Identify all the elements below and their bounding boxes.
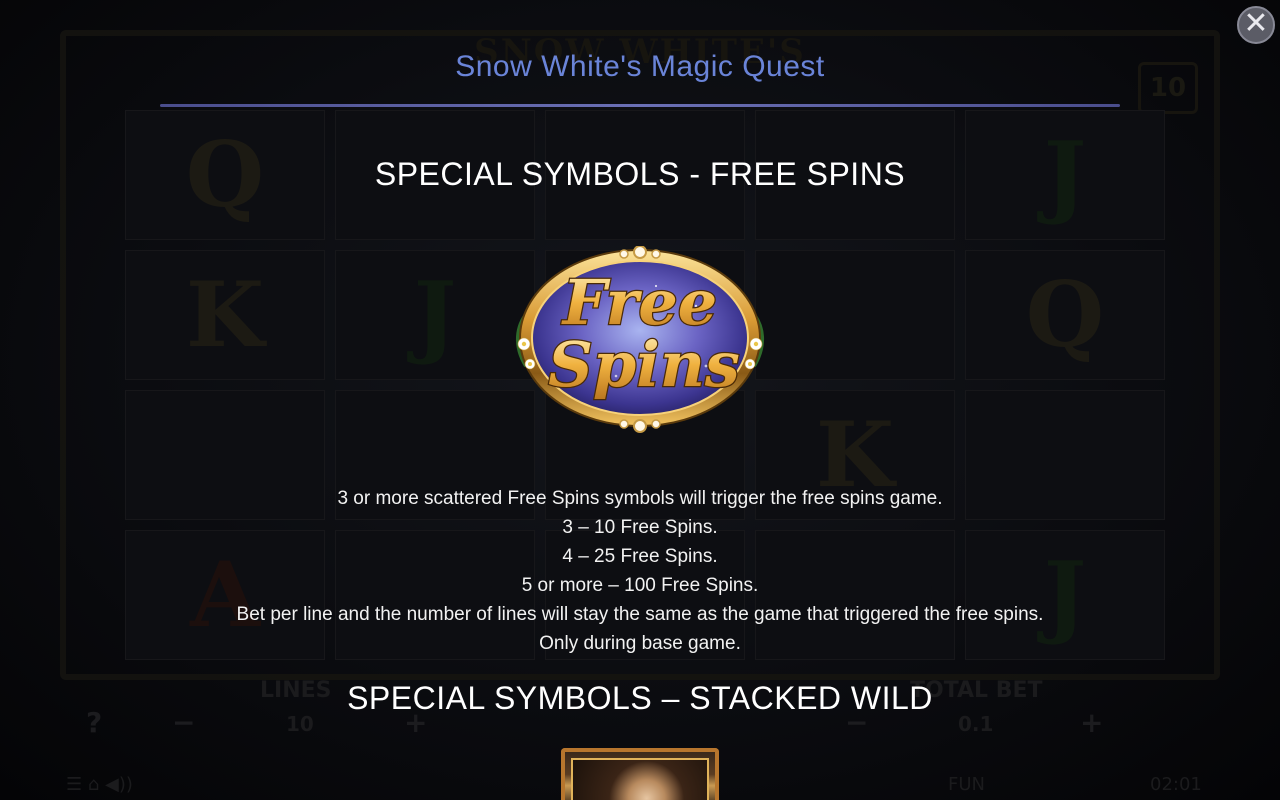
description-line: Only during base game. [539, 633, 741, 654]
free-spins-description: 3 or more scattered Free Spins symbols w… [0, 484, 1280, 658]
free-spins-symbol: Free Spins [516, 246, 764, 433]
description-line: 3 or more scattered Free Spins symbols w… [337, 488, 943, 509]
paytable-overlay: Snow White's Magic Quest ✕ SPECIAL SYMBO… [0, 0, 1280, 800]
close-icon: ✕ [1243, 6, 1269, 41]
stacked-wild-heading: SPECIAL SYMBOLS – STACKED WILD [347, 680, 933, 716]
description-line: 5 or more – 100 Free Spins. [521, 575, 759, 596]
close-button[interactable]: ✕ [1237, 6, 1275, 44]
free-spins-heading: SPECIAL SYMBOLS - FREE SPINS [374, 156, 906, 192]
free-spins-symbol-line2: Spins [548, 328, 740, 401]
title-divider [160, 104, 1120, 107]
stacked-wild-symbol [561, 748, 719, 800]
popup-title: Snow White's Magic Quest [455, 50, 825, 83]
description-line: Bet per line and the number of lines wil… [236, 604, 1044, 625]
description-line: 4 – 25 Free Spins. [562, 546, 718, 567]
description-line: 3 – 10 Free Spins. [562, 517, 718, 538]
